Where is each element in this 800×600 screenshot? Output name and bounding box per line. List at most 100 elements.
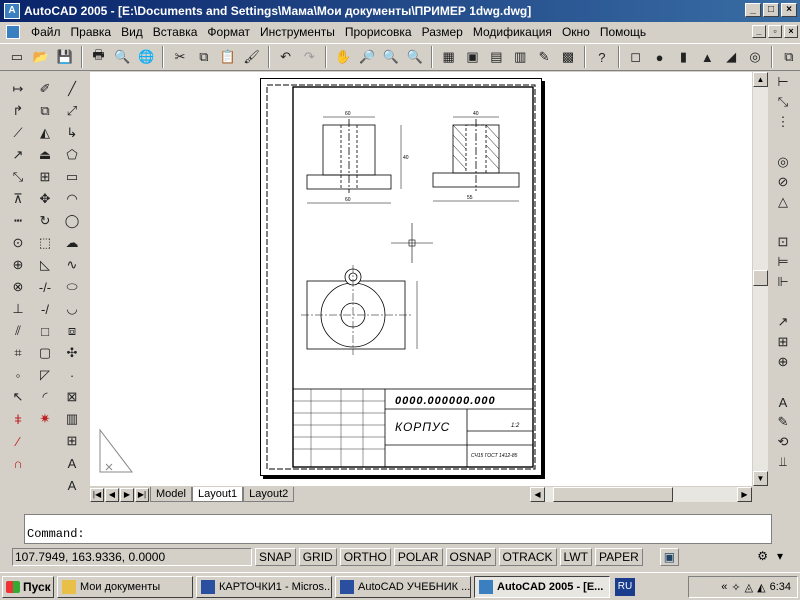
dim-update-icon[interactable]: ⁄ [6,430,30,452]
last-tab-button[interactable]: ▶| [135,487,149,502]
otrack-toggle[interactable]: OTRACK [498,548,557,566]
open-icon[interactable]: 📂 [30,46,52,68]
maximize-viewport-icon[interactable]: ▣ [659,548,680,566]
dim-aligned-right-icon[interactable]: ⤡ [771,92,795,112]
doc-minimize-button[interactable]: _ [752,25,766,38]
save-icon[interactable]: 💾 [54,46,76,68]
copy-object-icon[interactable]: ⧉ [33,100,57,122]
menu-file[interactable]: Файл [26,25,66,39]
fillet-icon[interactable]: ◜ [33,386,57,408]
dim-ordinate-right-icon[interactable]: ⋮ [771,112,795,132]
vertical-scroll-thumb[interactable] [753,270,768,286]
dim-text-edit-icon[interactable]: ǂ [6,408,30,430]
circle-icon[interactable]: ◯ [60,210,84,232]
menu-edit[interactable]: Правка [66,25,117,39]
coordinates-display[interactable]: 107.7949, 163.9336, 0.0000 [12,548,252,566]
dim-ordinate-icon[interactable]: ⟋ [6,122,30,144]
point-icon[interactable]: · [60,364,84,386]
trim-icon[interactable]: -/- [33,276,57,298]
scroll-down-button[interactable]: ▼ [753,471,768,486]
dim-continue-right-icon[interactable]: ⊩ [771,272,795,292]
paper-toggle[interactable]: PAPER [594,548,643,566]
quick-dim-icon[interactable]: ⊗ [6,276,30,298]
dim-linear-right-icon[interactable]: ⊢ [771,72,795,92]
scroll-right-button[interactable]: ▶ [737,487,752,502]
menu-window[interactable]: Окно [557,25,595,39]
task-my-documents[interactable]: Мои документы [57,575,193,598]
break-icon[interactable]: ▢ [33,342,57,364]
stretch-icon[interactable]: ◺ [33,254,57,276]
communication-center-icon[interactable]: ⚙ [754,548,771,566]
polyline-icon[interactable]: ↳ [60,122,84,144]
polygon-icon[interactable]: ⬠ [60,144,84,166]
layers-icon[interactable]: ⧉ [778,46,800,68]
properties-icon[interactable]: ▦ [438,46,460,68]
dim-baseline-right-icon[interactable]: ⊨ [771,252,795,272]
help-icon[interactable]: ? [591,46,613,68]
drawing-canvas[interactable]: 60 60 40 40 55 0000.000000.000 КОРПУС 1:… [90,72,752,486]
table-icon[interactable]: ⊞ [60,430,84,452]
ellipse-icon[interactable]: ⬭ [60,276,84,298]
tray-volume-icon[interactable]: ◭ [757,581,765,594]
tool-palettes-icon[interactable]: ▤ [485,46,507,68]
scale-icon[interactable]: ⬚ [33,232,57,254]
horizontal-scrollbar[interactable]: ◀ ▶ [530,487,752,502]
menu-dimension[interactable]: Размер [417,25,468,39]
revision-cloud-icon[interactable]: ☁ [60,232,84,254]
redo-icon[interactable]: ↷ [298,46,320,68]
vertical-scrollbar[interactable]: ▲ ▼ [753,72,768,486]
dim-edit-right-icon[interactable]: A [771,392,795,412]
dim-space-icon[interactable]: ⊥ [6,298,30,320]
tray-network-icon[interactable]: ◬ [745,581,753,594]
wedge-icon[interactable]: ◢ [720,46,742,68]
dim-angular-right-icon[interactable]: △ [771,192,795,212]
design-center-icon[interactable]: ▣ [462,46,484,68]
print-icon[interactable]: 🖶 [88,46,110,68]
insert-block-icon[interactable]: ⧈ [60,320,84,342]
arc-icon[interactable]: ◠ [60,188,84,210]
osnap-toggle[interactable]: OSNAP [445,548,496,566]
dim-update-right-icon[interactable]: ⟲ [771,432,795,452]
snap-toggle[interactable]: SNAP [255,548,296,566]
command-line[interactable]: Command: [24,514,772,544]
gradient-icon[interactable]: ▥ [60,408,84,430]
dim-text-edit-right-icon[interactable]: ✎ [771,412,795,432]
construction-line-icon[interactable]: ⤢ [60,100,84,122]
zoom-realtime-icon[interactable]: 🔎 [356,46,378,68]
sheet-set-icon[interactable]: ▥ [509,46,531,68]
ortho-toggle[interactable]: ORTHO [339,548,391,566]
doc-close-button[interactable]: × [784,25,798,38]
tray-expand-icon[interactable]: « [721,581,727,593]
polar-toggle[interactable]: POLAR [393,548,443,566]
oblique-icon[interactable]: ⫽ [6,320,30,342]
dim-style-right-icon[interactable]: ⫫ [771,452,795,472]
grid-toggle[interactable]: GRID [298,548,337,566]
dim-edit-icon[interactable]: ↖ [6,386,30,408]
spline-icon[interactable]: ∿ [60,254,84,276]
task-word-tutorial[interactable]: AutoCAD УЧЕБНИК ... [335,575,471,598]
torus-icon[interactable]: ◎ [744,46,766,68]
tab-layout2[interactable]: Layout2 [243,487,295,502]
start-button[interactable]: Пуск [2,575,54,598]
array-icon[interactable]: ⊞ [33,166,57,188]
close-button[interactable]: × [781,3,797,17]
lwt-toggle[interactable]: LWT [559,548,592,566]
language-indicator[interactable]: RU [615,577,635,596]
tab-layout1[interactable]: Layout1 [191,487,244,502]
box-icon[interactable]: ◻ [625,46,647,68]
make-block-icon[interactable]: ✣ [60,342,84,364]
new-icon[interactable]: ▭ [6,46,28,68]
single-line-text-icon[interactable]: A [60,474,84,496]
cone-icon[interactable]: ▲ [696,46,718,68]
tab-model[interactable]: Model [150,487,192,502]
zoom-previous-icon[interactable]: 🔍 [404,46,426,68]
chamfer-icon[interactable]: ◸ [33,364,57,386]
quick-dim-right-icon[interactable]: ⊡ [771,232,795,252]
tolerance-right-icon[interactable]: ⊞ [771,332,795,352]
sphere-icon[interactable]: ● [649,46,671,68]
scroll-up-button[interactable]: ▲ [753,72,768,87]
zoom-window-icon[interactable]: 🔍 [380,46,402,68]
line-icon[interactable]: ╱ [60,78,84,100]
prev-tab-button[interactable]: ◀ [105,487,119,502]
tray-app-icon[interactable]: ✧ [731,581,740,594]
